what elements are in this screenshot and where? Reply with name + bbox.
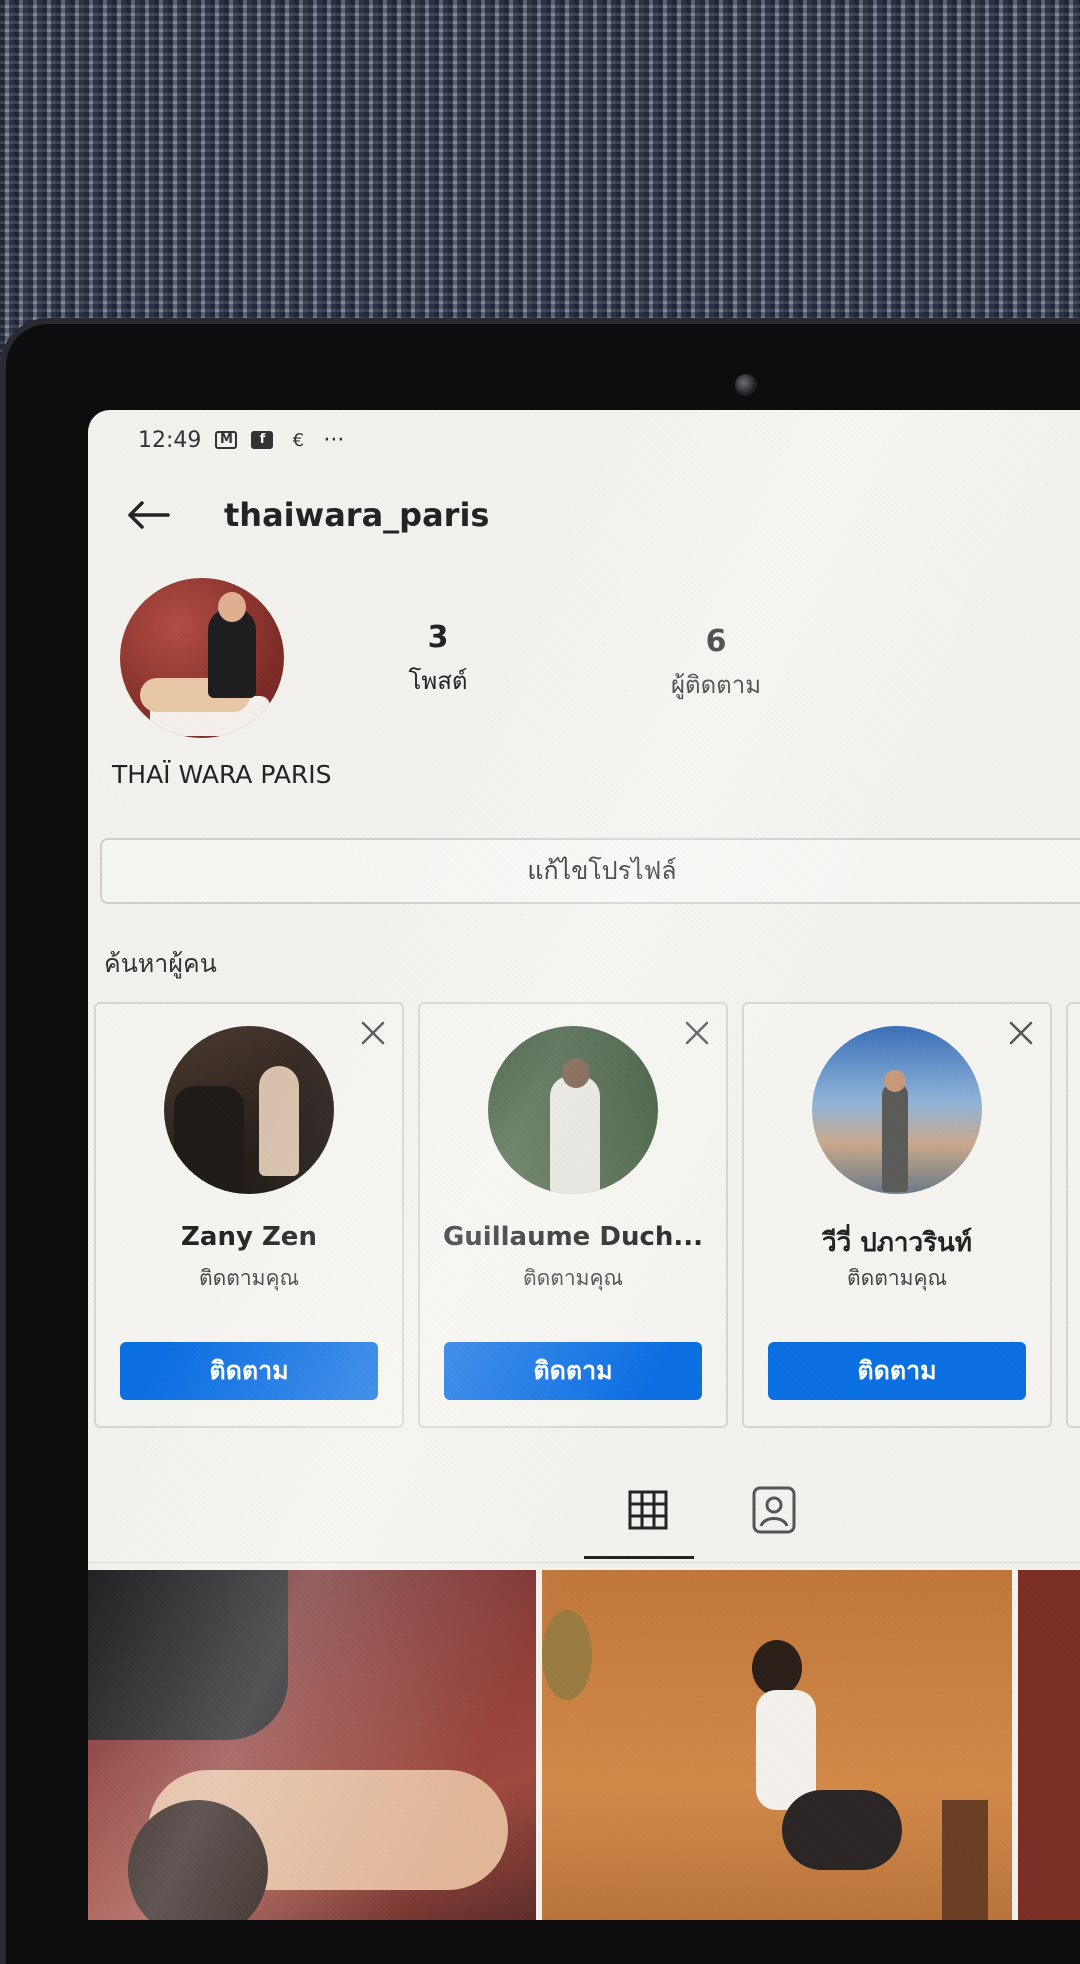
suggestion-card: Zany Zen ติดตามคุณ ติดตาม bbox=[94, 1002, 404, 1428]
suggestion-avatar[interactable] bbox=[812, 1026, 982, 1194]
discover-people-title: ค้นหาผู้คน bbox=[104, 949, 217, 978]
status-more: ··· bbox=[323, 427, 345, 453]
stat-followers-label: ผู้ติดตาม bbox=[670, 671, 762, 699]
suggestion-subtitle: ติดตามคุณ bbox=[846, 1266, 948, 1290]
front-camera bbox=[735, 374, 757, 396]
post-thumbnail[interactable] bbox=[542, 1570, 1012, 1920]
stat-posts-label: โพสต์ bbox=[408, 667, 468, 695]
suggestion-card: วีวี่ ปภาวรินท์ ติดตามคุณ ติดตาม bbox=[742, 1002, 1052, 1428]
stat-posts[interactable]: 3 โพสต์ bbox=[378, 620, 498, 700]
profile-username: thaiwara_paris bbox=[224, 496, 490, 534]
back-arrow-icon[interactable] bbox=[118, 485, 178, 545]
tab-posts-grid[interactable] bbox=[618, 1480, 678, 1540]
suggestion-name[interactable]: Guillaume Duch... bbox=[420, 1222, 726, 1252]
grid-icon bbox=[628, 1490, 668, 1530]
stat-posts-value: 3 bbox=[427, 620, 449, 655]
close-icon[interactable] bbox=[358, 1018, 388, 1048]
suggestion-subtitle: ติดตามคุณ bbox=[198, 1266, 300, 1290]
stat-followers-value: 6 bbox=[705, 624, 727, 659]
suggestion-card: Guillaume Duch... ติดตามคุณ ติดตาม bbox=[418, 1002, 728, 1428]
close-icon[interactable] bbox=[682, 1018, 712, 1048]
currency-icon: € bbox=[292, 429, 305, 451]
suggestion-avatar[interactable] bbox=[488, 1026, 658, 1194]
follow-button[interactable]: ติดตาม bbox=[444, 1342, 702, 1400]
fabric-background bbox=[0, 0, 1080, 360]
suggestion-subtitle: ติดตามคุณ bbox=[522, 1266, 624, 1290]
stat-followers[interactable]: 6 ผู้ติดตาม bbox=[636, 624, 796, 704]
suggestion-name[interactable]: Zany Zen bbox=[96, 1222, 402, 1252]
status-time: 12:49 bbox=[138, 427, 202, 453]
suggestion-avatar[interactable] bbox=[164, 1026, 334, 1194]
gmail-icon: M bbox=[215, 431, 238, 449]
profile-header: thaiwara_paris bbox=[118, 480, 489, 550]
facebook-icon: f bbox=[251, 431, 274, 449]
profile-avatar[interactable] bbox=[120, 578, 284, 738]
active-tab-indicator bbox=[584, 1556, 694, 1559]
follow-button[interactable]: ติดตาม bbox=[120, 1342, 378, 1400]
follow-button[interactable]: ติดตาม bbox=[768, 1342, 1026, 1400]
edit-profile-button[interactable]: แก้ไขโปรไฟล์ bbox=[100, 838, 1080, 904]
suggestion-name[interactable]: วีวี่ ปภาวรินท์ bbox=[744, 1222, 1050, 1263]
tabs-divider bbox=[88, 1562, 1080, 1563]
profile-display-name: THAÏ WARA PARIS bbox=[112, 760, 332, 789]
post-thumbnail[interactable] bbox=[88, 1570, 536, 1920]
app-screen: 12:49 M f € ··· thaiwara_paris 3 โพสต์ 6… bbox=[88, 410, 1080, 1920]
tab-tagged[interactable] bbox=[744, 1480, 804, 1540]
post-thumbnail[interactable] bbox=[1018, 1570, 1080, 1920]
tagged-person-icon bbox=[752, 1486, 796, 1534]
profile-tabs bbox=[88, 1480, 1080, 1559]
status-bar: 12:49 M f € ··· bbox=[138, 420, 344, 460]
suggestion-card-partial bbox=[1066, 1002, 1080, 1428]
close-icon[interactable] bbox=[1006, 1018, 1036, 1048]
